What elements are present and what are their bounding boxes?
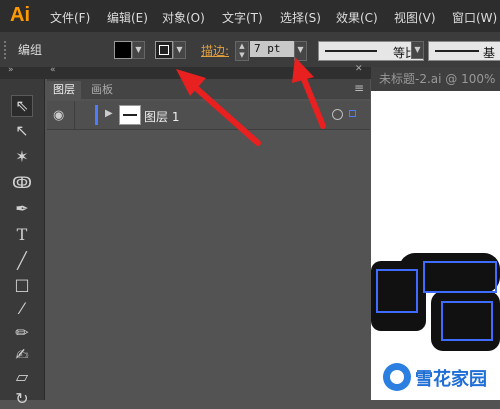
artwork-selection-path <box>441 301 493 341</box>
variable-width-profile-select[interactable]: 等比 <box>318 41 424 61</box>
panel-close-icon[interactable]: ✕ <box>355 64 363 74</box>
collapse-panels-icon[interactable]: « <box>50 65 56 75</box>
illustrator-logo: Ai <box>10 4 30 26</box>
fill-dropdown[interactable]: ▼ <box>132 41 145 59</box>
stroke-weight-stepper[interactable]: ▲ ▼ <box>235 41 249 61</box>
blob-brush-tool-icon[interactable]: ✍ <box>12 345 32 365</box>
selection-type-label: 编组 <box>18 43 43 57</box>
type-tool-icon[interactable]: T <box>12 225 32 245</box>
stroke-swatch[interactable] <box>155 41 173 59</box>
layer-color-indicator <box>95 105 98 125</box>
menu-bar: Ai 文件(F) 编辑(E) 对象(O) 文字(T) 选择(S) 效果(C) 视… <box>0 0 500 32</box>
lasso-tool-icon[interactable]: ↂ <box>12 173 32 193</box>
document-tab[interactable]: 未标题-2.ai @ 100% <box>371 67 500 91</box>
menu-view[interactable]: 视图(V) <box>394 9 436 26</box>
layers-panel: 图层 画板 ≡ ◉ ▶ 图层 1 <box>47 79 370 400</box>
menu-object[interactable]: 对象(O) <box>162 9 205 26</box>
eraser-tool-icon[interactable]: ▱ <box>12 367 32 387</box>
stroke-label[interactable]: 描边: <box>201 42 229 59</box>
rectangle-tool-icon[interactable]: □ <box>12 275 32 295</box>
stroke-weight-input[interactable]: 7 pt <box>250 41 294 57</box>
collapse-tools-icon[interactable]: » <box>8 65 14 75</box>
rotate-tool-icon[interactable]: ↻ <box>12 389 32 409</box>
layer-name[interactable]: 图层 1 <box>144 108 179 125</box>
brush-line <box>435 50 479 52</box>
magic-wand-tool-icon[interactable]: ✶ <box>12 147 32 167</box>
tab-layers[interactable]: 图层 <box>47 81 81 99</box>
tab-artboards[interactable]: 画板 <box>85 81 119 99</box>
menu-edit[interactable]: 编辑(E) <box>107 9 148 26</box>
brush-definition-select[interactable]: 基 <box>428 41 500 61</box>
control-bar: 编组 ▼ ▼ 描边: ▲ ▼ 7 pt ▼ 等比 ▼ 基 <box>0 32 500 68</box>
layer-target-icon[interactable] <box>332 109 343 120</box>
artwork-selection-path <box>423 261 497 293</box>
menu-file[interactable]: 文件(F) <box>50 9 90 26</box>
profile-line <box>325 50 377 52</box>
tools-panel: ⇖ ↖ ✶ ↂ ✒ T ╱ □ ⁄ ✏ ✍ ▱ ↻ <box>0 79 45 408</box>
line-tool-icon[interactable]: ╱ <box>12 251 32 271</box>
watermark-logo-icon <box>383 363 411 391</box>
layer-row[interactable]: ◉ ▶ 图层 1 <box>47 101 370 130</box>
layer-selection-indicator[interactable] <box>349 110 356 117</box>
artwork-selection-path <box>376 269 418 313</box>
menu-effect[interactable]: 效果(C) <box>336 9 378 26</box>
lock-column-divider <box>74 101 75 129</box>
brush-label: 基 <box>482 46 495 60</box>
control-bar-grip[interactable] <box>4 41 10 59</box>
pencil-tool-icon[interactable]: ✏ <box>12 323 32 343</box>
menu-type[interactable]: 文字(T) <box>222 9 263 26</box>
watermark: 雪花家园 <box>379 359 500 397</box>
pen-tool-icon[interactable]: ✒ <box>12 199 32 219</box>
menu-window[interactable]: 窗口(W) <box>452 9 497 26</box>
selection-tool-icon[interactable]: ⇖ <box>11 95 33 117</box>
paintbrush-tool-icon[interactable]: ⁄ <box>12 299 32 319</box>
layer-thumbnail <box>119 105 141 125</box>
menu-select[interactable]: 选择(S) <box>280 9 321 26</box>
artboard <box>371 91 500 400</box>
expand-triangle-icon[interactable]: ▶ <box>105 108 113 119</box>
stroke-dropdown[interactable]: ▼ <box>173 41 186 59</box>
profile-dropdown[interactable]: ▼ <box>411 41 424 59</box>
panel-menu-icon[interactable]: ≡ <box>354 81 364 95</box>
fill-swatch[interactable] <box>114 41 132 59</box>
visibility-eye-icon[interactable]: ◉ <box>53 108 64 123</box>
stroke-weight-dropdown[interactable]: ▼ <box>294 41 307 61</box>
layers-panel-tabs: 图层 画板 ≡ <box>47 79 370 99</box>
watermark-text: 雪花家园 <box>415 369 487 390</box>
direct-selection-tool-icon[interactable]: ↖ <box>12 121 32 141</box>
stroke-swatch-inner <box>159 45 169 55</box>
